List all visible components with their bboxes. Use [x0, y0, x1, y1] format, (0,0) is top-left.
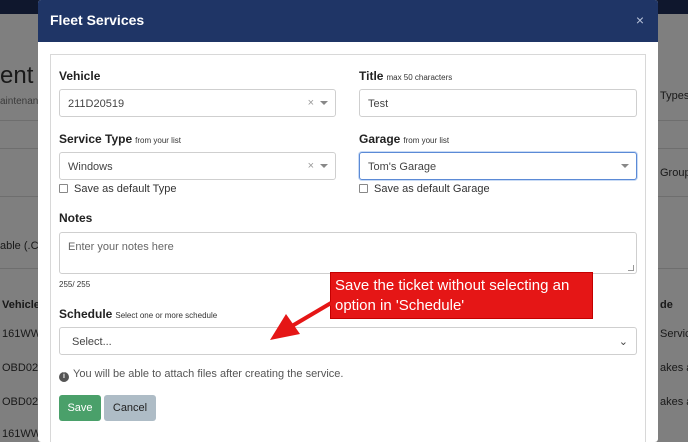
checkbox-box[interactable] [359, 184, 368, 193]
service-type-select[interactable]: Windows × [59, 152, 336, 180]
save-default-garage-label: Save as default Garage [374, 183, 490, 195]
clear-icon[interactable]: × [308, 160, 314, 172]
checkbox-box[interactable] [59, 184, 68, 193]
info-text: You will be able to attach files after c… [73, 368, 344, 380]
caret-down-icon[interactable] [320, 164, 328, 168]
vehicle-value: 211D20519 [68, 98, 125, 110]
garage-label: Garage from your list [359, 132, 450, 146]
annotation-callout: Save the ticket without selecting an opt… [330, 272, 593, 319]
service-type-hint: from your list [135, 136, 181, 145]
schedule-value: Select... [72, 336, 112, 348]
service-type-label: Service Type from your list [59, 132, 181, 146]
info-icon: i [59, 372, 69, 382]
modal-body: Vehicle 211D20519 × Title max 50 characte… [50, 54, 646, 442]
fleet-services-modal: Fleet Services × Vehicle 211D20519 × Tit… [38, 0, 658, 442]
garage-select[interactable]: Tom's Garage [359, 152, 637, 180]
garage-value: Tom's Garage [368, 161, 437, 173]
schedule-select[interactable]: Select... ⌄ [59, 327, 637, 355]
vehicle-label: Vehicle [59, 69, 101, 83]
caret-down-icon[interactable] [320, 101, 328, 105]
vehicle-select[interactable]: 211D20519 × [59, 89, 336, 117]
clear-icon[interactable]: × [308, 97, 314, 109]
modal-header: Fleet Services × [38, 0, 658, 42]
garage-hint: from your list [403, 136, 450, 145]
title-value: Test [368, 98, 389, 110]
chevron-down-icon[interactable]: ⌄ [619, 335, 628, 348]
notes-char-counter: 255/ 255 [59, 280, 91, 289]
attach-files-info: i You will be able to attach files after … [59, 368, 343, 382]
title-label: Title max 50 characters [359, 69, 453, 83]
save-default-type-checkbox[interactable]: Save as default Type [59, 183, 177, 195]
schedule-label: Schedule Select one or more schedule [59, 307, 218, 321]
title-hint: max 50 characters [386, 73, 453, 82]
save-default-type-label: Save as default Type [74, 183, 177, 195]
title-input[interactable]: Test [359, 89, 637, 117]
close-icon[interactable]: × [636, 12, 644, 28]
caret-down-icon[interactable] [621, 164, 629, 168]
save-button[interactable]: Save [59, 395, 101, 421]
annotation-text: Save the ticket without selecting an opt… [335, 277, 570, 314]
notes-placeholder: Enter your notes here [68, 241, 174, 253]
service-type-value: Windows [68, 161, 113, 173]
notes-label: Notes [59, 211, 93, 225]
schedule-hint: Select one or more schedule [115, 311, 218, 320]
modal-title: Fleet Services [50, 12, 145, 28]
notes-textarea[interactable]: Enter your notes here [59, 232, 637, 274]
resize-handle-icon[interactable] [628, 265, 634, 271]
save-default-garage-checkbox[interactable]: Save as default Garage [359, 183, 490, 195]
cancel-button[interactable]: Cancel [104, 395, 156, 421]
